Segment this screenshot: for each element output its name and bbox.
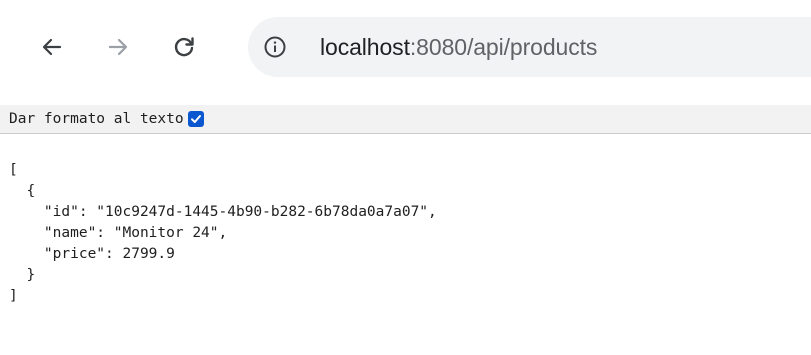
browser-toolbar: localhost:8080/api/products (0, 0, 811, 98)
json-format-bar: Dar formato al texto (0, 105, 811, 134)
forward-arrow-icon (108, 38, 128, 56)
back-arrow-icon (42, 38, 62, 56)
url-host: localhost (320, 34, 410, 60)
reload-button[interactable] (165, 28, 203, 66)
json-line: } (9, 267, 36, 283)
json-line: { (9, 183, 36, 199)
forward-button[interactable] (99, 28, 137, 66)
info-icon[interactable] (262, 34, 288, 60)
reload-icon (174, 37, 194, 57)
url-path: :8080/api/products (409, 34, 598, 60)
json-line: ] (9, 288, 18, 304)
address-bar[interactable]: localhost:8080/api/products (248, 17, 811, 77)
checkmark-icon (190, 115, 201, 123)
json-line: "id": "10c9247d-1445-4b90-b282-6b78da0a7… (9, 204, 437, 220)
url-text[interactable]: localhost:8080/api/products (320, 34, 597, 60)
json-content: [ { "id": "10c9247d-1445-4b90-b282-6b78d… (9, 160, 437, 307)
json-line: "name": "Monitor 24", (9, 225, 228, 241)
back-button[interactable] (33, 28, 71, 66)
format-toggle-checkbox[interactable] (187, 111, 204, 127)
json-line: "price": 2799.9 (9, 246, 175, 262)
json-line: [ (9, 162, 18, 178)
format-toggle-label: Dar formato al texto (9, 111, 184, 127)
